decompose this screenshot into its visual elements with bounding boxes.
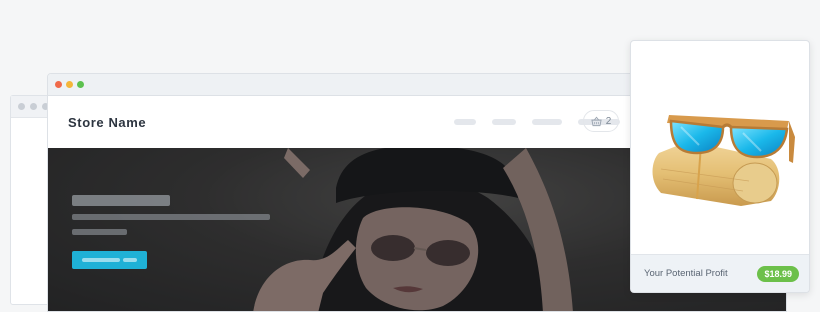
cart-button[interactable]: 2 bbox=[583, 110, 619, 132]
cta-label-placeholder bbox=[123, 258, 137, 262]
nav-item-placeholder[interactable] bbox=[492, 119, 516, 125]
product-image bbox=[652, 115, 795, 206]
maximize-dot[interactable] bbox=[77, 81, 84, 88]
nav-item-placeholder[interactable] bbox=[454, 119, 476, 125]
close-dot[interactable] bbox=[55, 81, 62, 88]
cart-count: 2 bbox=[605, 115, 612, 127]
minimize-dot[interactable] bbox=[66, 81, 73, 88]
hero-heading-placeholder bbox=[72, 195, 170, 206]
cta-label-placeholder bbox=[82, 258, 120, 262]
product-card[interactable]: Your Potential Profit $18.99 bbox=[630, 40, 810, 293]
potential-profit-label: Your Potential Profit bbox=[644, 268, 728, 279]
window-dot bbox=[18, 103, 25, 110]
hero-cta-button[interactable] bbox=[72, 251, 147, 269]
store-name[interactable]: Store Name bbox=[68, 115, 146, 130]
card-footer: Your Potential Profit $18.99 bbox=[631, 254, 809, 292]
nav-item-placeholder[interactable] bbox=[532, 119, 562, 125]
basket-icon bbox=[591, 116, 602, 126]
window-dot bbox=[30, 103, 37, 110]
profit-price-badge: $18.99 bbox=[757, 265, 799, 282]
hero-text-placeholder bbox=[72, 229, 127, 235]
hero-text-placeholder bbox=[72, 214, 270, 220]
